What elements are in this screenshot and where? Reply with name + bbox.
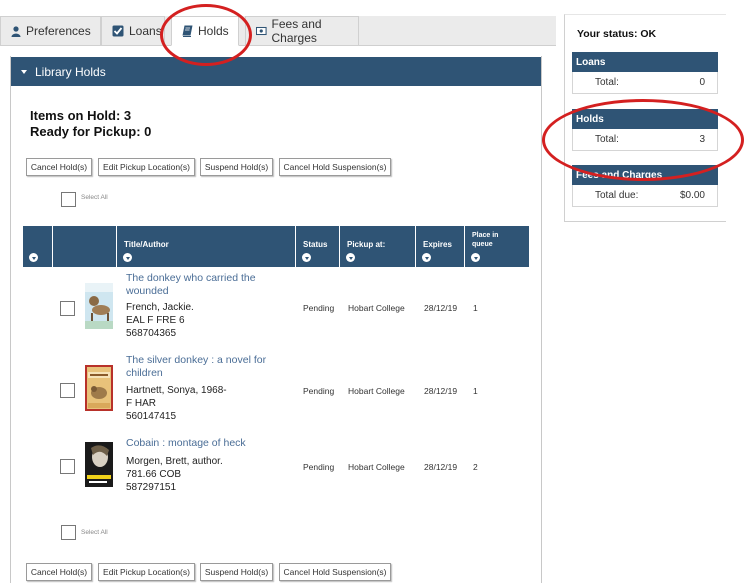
user-icon <box>11 25 21 37</box>
author: Morgen, Brett, author. <box>126 456 223 467</box>
sort-icon <box>302 253 311 262</box>
fees-summary-heading: Fees and Charges <box>572 165 718 185</box>
summary-value: 3 <box>699 134 705 145</box>
summary-label: Total due: <box>595 190 639 201</box>
status-cell: Pending <box>303 462 335 472</box>
book-icon <box>182 25 193 37</box>
column-header-cover <box>52 226 116 267</box>
tab-label: Holds <box>198 24 229 38</box>
pickup-cell: Hobart College <box>348 386 405 396</box>
title-line: Cobain : montage of heck <box>126 437 246 449</box>
edit-pickup-location-button[interactable]: Edit Pickup Location(s) <box>98 563 195 581</box>
status-cell: Pending <box>303 303 335 313</box>
holds-summary: Total: 3 <box>572 129 718 151</box>
row-checkbox[interactable] <box>60 301 75 316</box>
holds-table-header: Title/Author Status Pickup at: Expires P… <box>23 226 529 267</box>
select-all-checkbox[interactable] <box>61 192 76 207</box>
pickup-cell: Hobart College <box>348 303 405 313</box>
column-header-pickup-at[interactable]: Pickup at: <box>339 226 415 267</box>
hold-title-link[interactable]: The donkey who carried the wounded <box>126 272 296 298</box>
author: French, Jackie. <box>126 302 194 313</box>
holds-summary-heading: Holds <box>572 109 718 129</box>
book-cover-image[interactable] <box>85 365 113 411</box>
suspend-holds-button[interactable]: Suspend Hold(s) <box>200 158 273 176</box>
column-label: Place in queue <box>472 232 499 248</box>
book-cover-image[interactable] <box>85 442 113 487</box>
cancel-holds-button[interactable]: Cancel Hold(s) <box>26 158 92 176</box>
barcode: 560147415 <box>126 411 177 422</box>
select-all-checkbox[interactable] <box>61 525 76 540</box>
tab-label: Fees and Charges <box>271 17 322 45</box>
column-header-status[interactable]: Status <box>295 226 339 267</box>
column-label: Pickup at: <box>347 240 386 249</box>
edit-pickup-location-button[interactable]: Edit Pickup Location(s) <box>98 158 195 176</box>
summary-heading-label: Fees and Charges <box>576 169 663 181</box>
summary-value: 0 <box>699 77 705 88</box>
sort-icon <box>422 253 431 262</box>
select-all-label: Select All <box>81 194 108 201</box>
suspend-holds-button[interactable]: Suspend Hold(s) <box>200 563 273 581</box>
column-header-title-author[interactable]: Title/Author <box>116 226 295 267</box>
collapse-caret-icon <box>21 69 27 74</box>
row-checkbox[interactable] <box>60 383 75 398</box>
title-line: The donkey who carried the <box>126 272 256 284</box>
cancel-hold-suspension-button[interactable]: Cancel Hold Suspension(s) <box>279 563 391 581</box>
sort-icon <box>346 253 355 262</box>
column-header-expires[interactable]: Expires <box>415 226 464 267</box>
status-title: Your status: OK <box>577 28 657 40</box>
expires-cell: 28/12/19 <box>424 386 458 396</box>
column-header-place-in-queue[interactable]: Place in queue <box>464 226 529 267</box>
queue-cell: 1 <box>473 386 478 396</box>
call-number: F HAR <box>126 398 156 409</box>
tab-label: Loans <box>129 24 162 38</box>
queue-cell: 2 <box>473 462 478 472</box>
expires-cell: 28/12/19 <box>424 462 458 472</box>
call-number: EAL F FRE 6 <box>126 315 185 326</box>
section-header[interactable]: Library Holds <box>11 57 541 86</box>
title-line: The silver donkey : a novel for <box>126 354 267 366</box>
author: Hartnett, Sonya, 1968- <box>126 385 227 396</box>
title-line: wounded <box>126 285 169 297</box>
column-label: Title/Author <box>124 240 169 249</box>
loans-summary-heading: Loans <box>572 52 718 72</box>
status-cell: Pending <box>303 386 335 396</box>
loans-summary: Total: 0 <box>572 72 718 94</box>
tab-label: Preferences <box>26 24 91 38</box>
sort-icon <box>29 253 38 262</box>
row-checkbox[interactable] <box>60 459 75 474</box>
items-on-hold: Items on Hold: 3 <box>30 108 132 123</box>
tab-loans[interactable]: Loans <box>101 16 165 46</box>
hold-title-link[interactable]: Cobain : montage of heck <box>126 437 296 450</box>
summary-value: $0.00 <box>679 190 705 201</box>
summary-heading-label: Loans <box>576 56 606 68</box>
sort-icon <box>123 253 132 262</box>
tab-preferences[interactable]: Preferences <box>0 16 101 46</box>
column-label: Status <box>303 240 328 249</box>
barcode: 568704365 <box>126 328 177 339</box>
sort-icon <box>471 253 480 262</box>
cancel-hold-suspension-button[interactable]: Cancel Hold Suspension(s) <box>279 158 391 176</box>
book-cover-image[interactable] <box>85 283 113 329</box>
tab-fees-and-charges[interactable]: Fees and Charges <box>245 16 359 46</box>
tab-holds[interactable]: Holds <box>171 16 239 46</box>
column-header-select[interactable] <box>23 226 52 267</box>
section-title: Library Holds <box>35 64 106 79</box>
column-label: Expires <box>423 240 452 249</box>
expires-cell: 28/12/19 <box>424 303 458 313</box>
pickup-cell: Hobart College <box>348 462 405 472</box>
summary-label: Total: <box>595 77 619 88</box>
title-line: children <box>126 367 163 379</box>
summary-heading-label: Holds <box>576 113 604 125</box>
queue-cell: 1 <box>473 303 478 313</box>
money-icon <box>256 26 267 36</box>
barcode: 587297151 <box>126 482 177 493</box>
fees-summary: Total due: $0.00 <box>572 185 718 207</box>
select-all-label: Select All <box>81 529 108 536</box>
cancel-holds-button[interactable]: Cancel Hold(s) <box>26 563 92 581</box>
checkbox-icon <box>112 25 124 37</box>
summary-label: Total: <box>595 134 619 145</box>
hold-title-link[interactable]: The silver donkey : a novel for children <box>126 354 296 380</box>
call-number: 781.66 COB <box>126 469 182 480</box>
ready-for-pickup: Ready for Pickup: 0 <box>30 124 152 139</box>
